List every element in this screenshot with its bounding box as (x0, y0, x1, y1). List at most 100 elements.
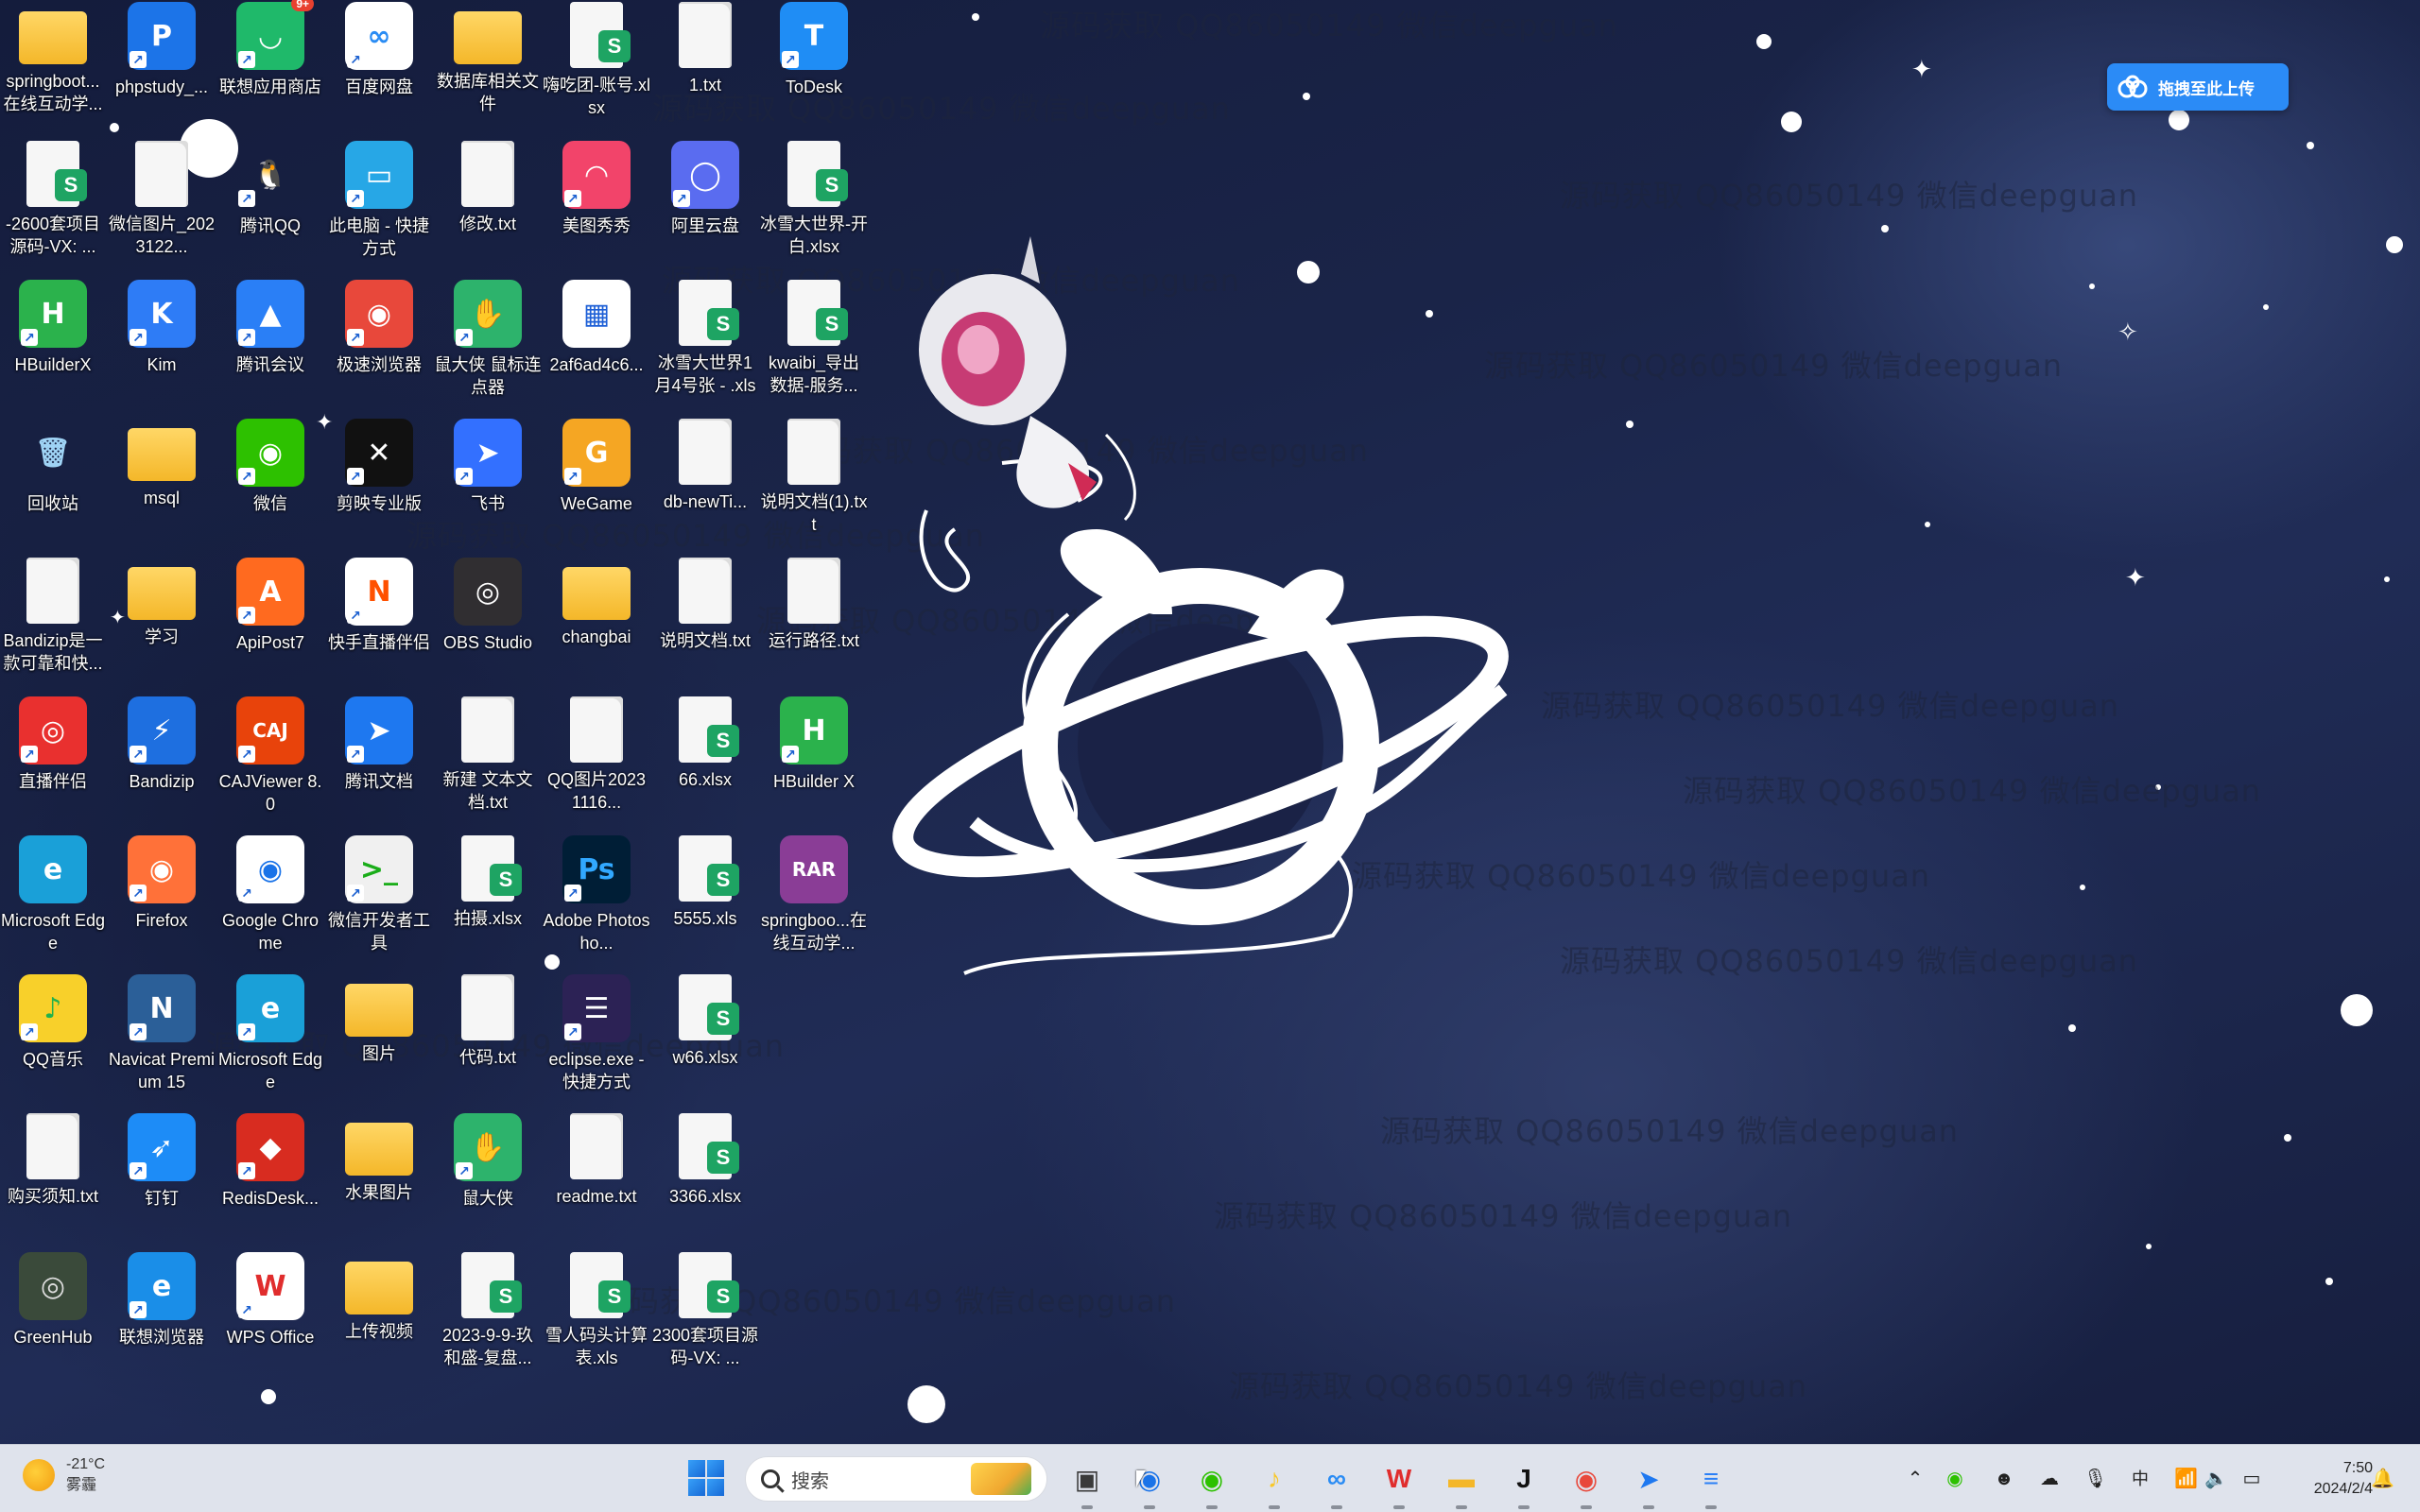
desktop-icon-qq-image[interactable]: QQ图片20231116... (543, 696, 650, 833)
desktop-icon-upload-video-folder[interactable]: 上传视频 (325, 1252, 433, 1388)
bell-icon[interactable]: 🔔 (2371, 1468, 2394, 1490)
qq-tray-icon[interactable]: ☻ (1993, 1468, 2015, 1490)
desktop-icon-adobe-photoshop[interactable]: Ps ↗ Adobe Photosho... (543, 835, 650, 971)
desktop-icon-code-txt[interactable]: 代码.txt (434, 974, 542, 1110)
ime-icon[interactable]: 中 (2129, 1468, 2152, 1490)
desktop-icon-kuaishou-live[interactable]: N ↗ 快手直播伴侣 (325, 558, 433, 694)
desktop-icon-bandizip-doc[interactable]: Bandizip是一款可靠和快... (0, 558, 107, 694)
desktop-icon-hbuilderx[interactable]: H ↗ HBuilderX (0, 280, 107, 416)
desktop-icon-msql-folder[interactable]: msql (108, 419, 216, 555)
desktop-icon-run-path-txt[interactable]: 运行路径.txt (760, 558, 868, 694)
desktop-icon-ice-snow-open-xlsx[interactable]: S 冰雪大世界-开白.xlsx (760, 141, 868, 277)
desktop-icon-cajviewer[interactable]: CAJ ↗ CAJViewer 8.0 (216, 696, 324, 833)
system-clock[interactable]: 7:50 2024/2/4 (2278, 1458, 2373, 1500)
desktop-icon-fruit-pictures-folder[interactable]: 水果图片 (325, 1113, 433, 1249)
desktop-icon-recycle-bin[interactable]: 🗑 回收站 (0, 419, 107, 555)
taskbar-tencent-docs-icon[interactable]: ➤ (1628, 1458, 1669, 1509)
onedrive-icon[interactable]: ☁ (2038, 1468, 2061, 1490)
taskbar-chrome-icon[interactable]: ◉ (1129, 1458, 1170, 1509)
desktop-icon-bandizip[interactable]: ⚡ ↗ Bandizip (108, 696, 216, 833)
desktop-icon-account-xlsx[interactable]: S 嗨吃团-账号.xlsx (543, 2, 650, 138)
desktop-icon-this-pc[interactable]: ▭ ↗ 此电脑 - 快捷方式 (325, 141, 433, 277)
desktop-icon-shudaxia[interactable]: ✋ ↗ 鼠大侠 (434, 1113, 542, 1249)
wifi-icon[interactable]: 📶 (2174, 1468, 2198, 1490)
desktop-icon-source-2300-file[interactable]: S 2300套项目源码-VX: ... (651, 1252, 759, 1388)
taskbar-file-explorer-icon[interactable]: ▬ (1441, 1458, 1482, 1509)
volume-icon[interactable]: 🔈 (2204, 1468, 2228, 1490)
desktop-icon-w66-xlsx[interactable]: Sw66.xlsx (651, 974, 759, 1110)
desktop-icon-wechat-devtools[interactable]: >_ ↗ 微信开发者工具 (325, 835, 433, 971)
desktop-icon-tencent-qq[interactable]: 🐧 ↗ 腾讯QQ (216, 141, 324, 277)
taskbar-search-box[interactable]: 搜索 (745, 1456, 1047, 1502)
desktop-icon-navicat[interactable]: N ↗ Navicat Premium 15 (108, 974, 216, 1110)
microphone-icon[interactable]: 🎙 (2083, 1468, 2107, 1490)
desktop-icon-66-xlsx[interactable]: S 66.xlsx (651, 696, 759, 833)
desktop-icon-qrcode-file[interactable]: ▦ 2af6ad4c6... (543, 280, 650, 416)
desktop-icon-todesk[interactable]: T ↗ ToDesk (760, 2, 868, 138)
desktop-icon-wechat[interactable]: ◉ ↗ 微信 (216, 419, 324, 555)
desktop-icon-aliyun-drive[interactable]: ◯ ↗ 阿里云盘 (651, 141, 759, 277)
desktop-icon-modify-txt[interactable]: 修改.txt (434, 141, 542, 277)
desktop-icon-springboot-rar[interactable]: RAR springboo...在线互动学... (760, 835, 868, 971)
weather-widget[interactable]: -21°C 雾霾 (23, 1454, 105, 1496)
desktop-icon-speed-browser[interactable]: ◉ ↗ 极速浏览器 (325, 280, 433, 416)
wechat-tray-icon[interactable]: ◉ (1944, 1468, 1966, 1490)
desktop-icon-greenhub[interactable]: ◎ GreenHub (0, 1252, 107, 1388)
desktop-icon-db-newti[interactable]: db-newTi... (651, 419, 759, 555)
desktop-icon-ice-snow-jan4-xls[interactable]: S 冰雪大世界1月4号张 - .xls (651, 280, 759, 416)
desktop-icon-kwaibi-export[interactable]: Skwaibi_导出数据-服务... (760, 280, 868, 416)
desktop-icon-lenovo-browser[interactable]: e ↗ 联想浏览器 (108, 1252, 216, 1388)
desktop-icon-eclipse[interactable]: ☰ ↗ eclipse.exe - 快捷方式 (543, 974, 650, 1110)
desktop-icon-springboot-folder[interactable]: springboot...在线互动学... (0, 2, 107, 138)
taskbar-wps-icon[interactable]: W (1378, 1458, 1420, 1509)
desktop-icon-meitu[interactable]: ◠ ↗ 美图秀秀 (543, 141, 650, 277)
chevron-up-icon[interactable]: ⌃ (1904, 1468, 1927, 1490)
desktop-icon-2023-9-9-xls[interactable]: S 2023-9-9-玖和盛-复盘... (434, 1252, 542, 1388)
desktop-icon-1-txt[interactable]: 1.txt (651, 2, 759, 138)
desktop-icon-5555-xls[interactable]: S 5555.xls (651, 835, 759, 971)
desktop-icon-hbuilder-x[interactable]: H ↗ HBuilder X (760, 696, 868, 833)
desktop-icon-obs-studio[interactable]: ◎ OBS Studio (434, 558, 542, 694)
desktop-icon-readme-txt[interactable]: readme.txt (543, 1113, 650, 1249)
desktop-icon-firefox[interactable]: ◉ ↗ Firefox (108, 835, 216, 971)
desktop-icon-3366-xlsx[interactable]: S 3366.xlsx (651, 1113, 759, 1249)
desktop-icon-wegame[interactable]: G ↗ WeGame (543, 419, 650, 555)
desktop-icon-readme-doc-1[interactable]: 说明文档(1).txt (760, 419, 868, 555)
taskbar-wechat-icon[interactable]: ◉ (1191, 1458, 1233, 1509)
desktop-icon-pictures-folder[interactable]: 图片 (325, 974, 433, 1110)
desktop-icon-new-text-doc[interactable]: 新建 文本文档.txt (434, 696, 542, 833)
desktop-icon-apipost7[interactable]: A ↗ ApiPost7 (216, 558, 324, 694)
taskbar-baidu-netdisk-icon[interactable]: ∞ (1316, 1458, 1357, 1509)
desktop-icon-phpstudy[interactable]: P ↗ phpstudy_... (108, 2, 216, 138)
desktop-icon-mouse-clicker[interactable]: ✋ ↗ 鼠大侠 鼠标连点器 (434, 280, 542, 416)
desktop-icon-feishu[interactable]: ➤ ↗ 飞书 (434, 419, 542, 555)
desktop-icon-tencent-docs[interactable]: ➤ ↗ 腾讯文档 (325, 696, 433, 833)
desktop-icon-tencent-meeting[interactable]: ▲ ↗ 腾讯会议 (216, 280, 324, 416)
desktop-icon-source-2600-file[interactable]: S -2600套项目源码-VX: ... (0, 141, 107, 277)
desktop-icon-changbai-folder[interactable]: changbai (543, 558, 650, 694)
taskbar-qq-music-icon[interactable]: ♪ (1253, 1458, 1295, 1509)
desktop-icon-live-companion[interactable]: ◎ ↗ 直播伴侣 (0, 696, 107, 833)
desktop-icon-kim[interactable]: K ↗ Kim (108, 280, 216, 416)
desktop-icon-qq-music[interactable]: ♪ ↗ QQ音乐 (0, 974, 107, 1110)
desktop-icon-lenovo-app-store[interactable]: ◡ ↗ 9+ 联想应用商店 (216, 0, 324, 138)
desktop-icon-wps-office[interactable]: W ↗ WPS Office (216, 1252, 324, 1388)
upload-dropzone-badge[interactable]: 拖拽至此上传 (2107, 63, 2289, 111)
desktop-icon-purchase-notice-txt[interactable]: 购买须知.txt (0, 1113, 107, 1249)
desktop-icon-microsoft-edge[interactable]: e Microsoft Edge (0, 835, 107, 971)
taskbar-jetbrains-ide-icon[interactable]: J (1503, 1458, 1545, 1509)
desktop-icon-readme-doc-txt[interactable]: 说明文档.txt (651, 558, 759, 694)
desktop-icon-capcut-pro[interactable]: ✕ ↗ 剪映专业版 (325, 419, 433, 555)
desktop-icon-google-chrome[interactable]: ◉ ↗ Google Chrome (216, 835, 324, 971)
desktop-icon-study-folder[interactable]: 学习 (108, 558, 216, 694)
taskbar-notepad-icon[interactable]: ≡ (1690, 1458, 1732, 1509)
desktop-icon-snowman-calc-xls[interactable]: S 雪人码头计算表.xls (543, 1252, 650, 1388)
taskbar-task-view-icon[interactable]: ▣ (1066, 1458, 1108, 1509)
battery-icon[interactable]: ▭ (2240, 1468, 2263, 1490)
desktop-icon-pai-she-xlsx[interactable]: S 拍摄.xlsx (434, 835, 542, 971)
desktop-icon-redis-desktop[interactable]: ◆ ↗ RedisDesk... (216, 1113, 324, 1249)
desktop-icon-dingtalk[interactable]: ➶ ↗ 钉钉 (108, 1113, 216, 1249)
desktop-icon-baidu-netdisk[interactable]: ∞ ↗ 百度网盘 (325, 2, 433, 138)
desktop-icon-wechat-image[interactable]: 微信图片_2023122... (108, 141, 216, 277)
desktop-icon-microsoft-edge-2[interactable]: e ↗ Microsoft Edge (216, 974, 324, 1110)
